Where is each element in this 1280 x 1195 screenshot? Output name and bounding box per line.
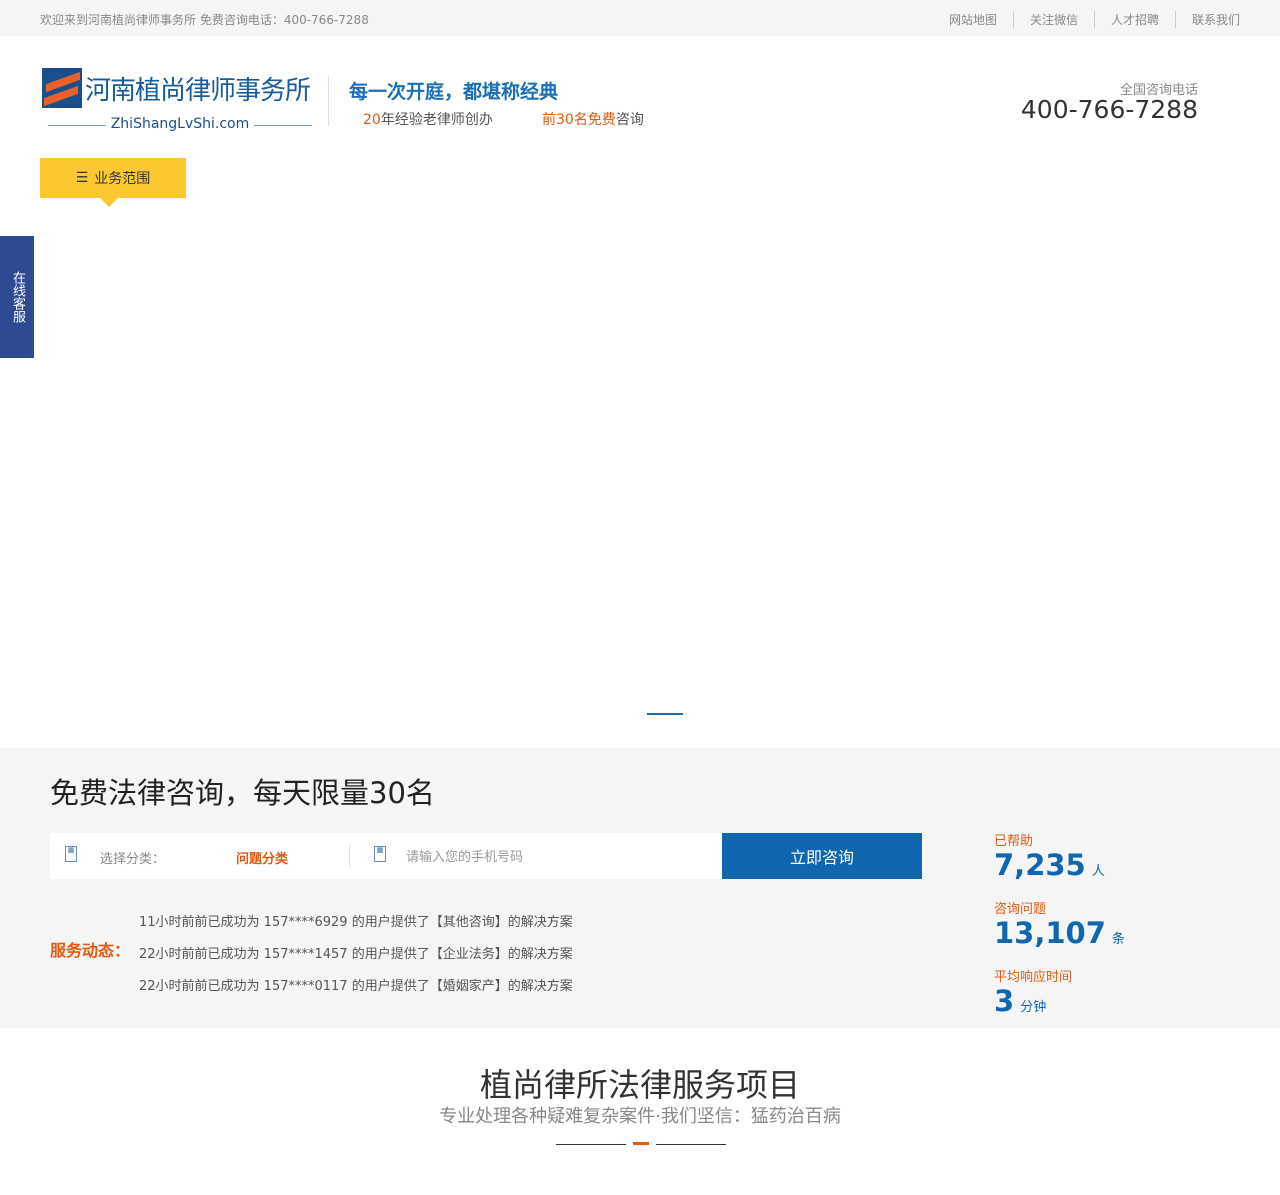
stat-label: 已帮助 [994,834,1034,849]
logo-icon [42,68,82,108]
logo-url: ZhiShangLvShi.com [48,116,312,132]
feed-item: 11小时前前已成功为 157****6929 的用户提供了【其他咨询】的解决方案 [139,915,573,930]
stat-number: 13,107 [994,916,1106,950]
title-decoration [556,1142,726,1146]
phone-icon: ▦ [374,846,386,862]
phone-input[interactable] [406,841,706,871]
free-highlight: 前30名免费 [542,112,616,128]
feed-item: 22小时前前已成功为 157****1457 的用户提供了【企业法务】的解决方案 [139,947,573,962]
consult-section: 免费法律咨询，每天限量30名 ▦ 选择分类： 问题分类 ▦ 立即咨询 服务动态：… [0,748,1280,1028]
logo[interactable]: 河南植尚律师事务所 [42,68,311,108]
top-links: 网站地图 关注微信 人才招聘 联系我们 [933,11,1240,28]
online-service-button[interactable]: 在线客服 [0,236,34,358]
hotline-number: 400-766-7288 [1020,95,1198,124]
link-wechat[interactable]: 关注微信 [1012,11,1094,28]
business-scope-label: 业务范围 [94,171,151,187]
logo-name: 河南植尚律师事务所 [85,75,311,106]
divider [328,76,329,126]
select-label: 选择分类： [100,852,166,867]
stat-unit: 条 [1111,932,1125,947]
submit-button[interactable]: 立即咨询 [722,833,922,879]
free-consult-text: 前30名免费咨询 [542,109,644,129]
experience-years: 20 [363,112,381,128]
stats: 已帮助 7,235 人 咨询问题 13,107 条 平均响应时间 3 分钟 [994,830,1125,1034]
category-icon: ▦ [65,846,77,862]
list-icon: ☰ [75,170,89,186]
service-feed: 11小时前前已成功为 157****6929 的用户提供了【其他咨询】的解决方案… [139,907,573,1003]
consult-form: ▦ 选择分类： 问题分类 ▦ 立即咨询 [50,833,922,879]
slogan: 每一次开庭，都堪称经典 [349,81,559,103]
services-title: 植尚律所法律服务项目 [479,1066,800,1104]
stat-number: 3 [994,984,1015,1018]
stat-unit: 人 [1091,864,1105,879]
stat-unit: 分钟 [1020,1000,1047,1015]
welcome-text: 欢迎来到河南植尚律师事务所 免费咨询电话：400-766-7288 [40,13,369,27]
business-scope-button[interactable]: ☰ 业务范围 [40,158,186,207]
stat-value: 13,107 条 [994,917,1125,956]
top-bar: 欢迎来到河南植尚律师事务所 免费咨询电话：400-766-7288 网站地图 关… [0,0,1280,36]
stat-label: 咨询问题 [994,902,1047,917]
link-careers[interactable]: 人才招聘 [1093,11,1175,28]
stat-value: 3 分钟 [994,985,1125,1024]
consult-title: 免费法律咨询，每天限量30名 [50,776,435,810]
stat-label: 平均响应时间 [994,970,1073,985]
services-subtitle: 专业处理各种疑难复杂案件·我们坚信：猛药治百病 [439,1106,841,1127]
link-contact[interactable]: 联系我们 [1174,11,1240,28]
service-feed-label: 服务动态： [50,941,131,960]
experience-text: 20年经验老律师创办 [363,109,493,129]
stat-number: 7,235 [994,848,1086,882]
divider [349,845,350,867]
slider-indicator[interactable] [647,713,683,715]
stat-value: 7,235 人 [994,849,1125,888]
free-label: 咨询 [615,112,644,128]
category-select[interactable]: 问题分类 [236,848,288,867]
experience-label: 年经验老律师创办 [380,112,493,128]
link-sitemap[interactable]: 网站地图 [933,11,1013,28]
feed-item: 22小时前前已成功为 157****0117 的用户提供了【婚姻家产】的解决方案 [139,979,573,994]
